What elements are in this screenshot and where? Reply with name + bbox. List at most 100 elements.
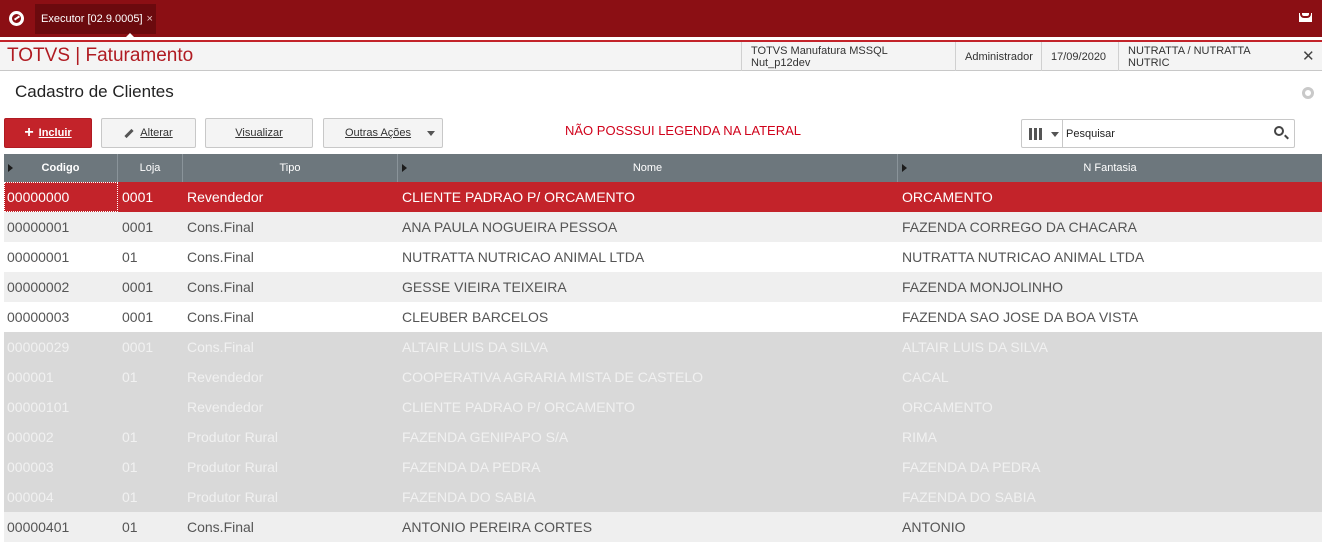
cell-tipo: Cons.Final	[187, 249, 254, 265]
table-row[interactable]: 00000001 0001 Cons.Final ANA PAULA NOGUEIRA…	[4, 212, 1322, 242]
outras-acoes-button[interactable]: Outras Ações	[323, 118, 443, 148]
cell-codigo: 00000001	[7, 249, 70, 265]
page-title: Cadastro de Clientes	[15, 82, 174, 101]
cell-codigo: 00000003	[7, 309, 70, 325]
cell-codigo: 000002	[7, 429, 54, 445]
grid-body: 00000000 0001 Revendedor CLIENTE PADRAO P/ …	[4, 182, 1322, 542]
cell-tipo: Produtor Rural	[187, 429, 279, 445]
cell-fantasia: RIMA	[902, 429, 937, 445]
cell-loja: 01	[122, 369, 138, 385]
cell-codigo: 000001	[7, 369, 54, 385]
cell-tipo: Produtor Rural	[187, 489, 279, 505]
cell-loja: 01	[122, 519, 138, 535]
cell-nome: ANA PAULA NOGUEIRA PESSOA	[402, 219, 618, 235]
grid-header: Codigo Loja Tipo Nome N Fantasia	[4, 154, 1322, 182]
mail-icon[interactable]	[1299, 13, 1312, 22]
cell-codigo: 000004	[7, 489, 54, 505]
cell-nome: FAZENDA DA PEDRA	[402, 459, 541, 475]
table-row[interactable]: 00000101 Revendedor CLIENTE PADRAO P/ ORCA…	[4, 392, 1322, 422]
cell-loja: 01	[122, 489, 138, 505]
cell-codigo: 00000002	[7, 279, 70, 295]
incluir-button[interactable]: + Incluir	[4, 118, 92, 148]
table-row[interactable]: 000002 01 Produtor Rural FAZENDA GENIPAPO S…	[4, 422, 1322, 452]
plus-icon: +	[24, 124, 34, 141]
cell-loja: 0001	[122, 279, 154, 295]
cell-tipo: Cons.Final	[187, 339, 254, 355]
cell-fantasia: ORCAMENTO	[902, 399, 993, 415]
cell-fantasia: NUTRATTA NUTRICAO ANIMAL LTDA	[902, 249, 1145, 265]
cell-fantasia: FAZENDA CORREGO DA CHACARA	[902, 219, 1137, 235]
active-tab-indicator	[124, 33, 136, 39]
visualizar-button[interactable]: Visualizar	[205, 118, 313, 148]
table-row[interactable]: 000004 01 Produtor Rural FAZENDA DO SABIA FA…	[4, 482, 1322, 512]
tab-executor[interactable]: Executor [02.9.0005] ×	[35, 4, 156, 39]
cell-loja: 0001	[122, 309, 154, 325]
cell-nome: ALTAIR LUIS DA SILVA	[402, 339, 549, 355]
cell-fantasia: CACAL	[902, 369, 949, 385]
cell-fantasia: FAZENDA DO SABIA	[902, 489, 1036, 505]
cell-nome: COOPERATIVA AGRARIA MISTA DE CASTELO	[402, 369, 704, 385]
table-row[interactable]: 000003 01 Produtor Rural FAZENDA DA PEDRA FA…	[4, 452, 1322, 482]
search-box	[1021, 119, 1295, 148]
table-row[interactable]: 00000003 0001 Cons.Final CLEUBER BARCELOS FA…	[4, 302, 1322, 332]
cell-codigo: 00000101	[7, 399, 70, 415]
tab-close-icon[interactable]: ×	[147, 13, 153, 25]
cell-tipo: Revendedor	[187, 189, 264, 205]
cell-nome: CLEUBER BARCELOS	[402, 309, 549, 325]
chevron-down-icon	[427, 131, 435, 136]
cell-nome: CLIENTE PADRAO P/ ORCAMENTO	[402, 399, 635, 415]
app-title: TOTVS | Faturamento	[7, 45, 194, 66]
environment-info[interactable]: TOTVS Manufatura MSSQL Nut_p12dev	[741, 42, 955, 71]
cell-nome: FAZENDA DO SABIA	[402, 489, 536, 505]
cell-tipo: Revendedor	[187, 399, 264, 415]
cell-fantasia: FAZENDA SAO JOSE DA BOA VISTA	[902, 309, 1139, 325]
column-header-nome[interactable]: Nome	[398, 154, 898, 182]
column-menu-icon	[902, 164, 907, 172]
table-row[interactable]: 00000029 0001 Cons.Final ALTAIR LUIS DA SIL…	[4, 332, 1322, 362]
chevron-down-icon	[1051, 132, 1059, 137]
incluir-label: Incluir	[38, 127, 72, 139]
cell-tipo: Cons.Final	[187, 309, 254, 325]
cell-fantasia: ALTAIR LUIS DA SILVA	[902, 339, 1049, 355]
search-icon[interactable]	[1274, 126, 1284, 136]
cell-fantasia: FAZENDA DA PEDRA	[902, 459, 1041, 475]
table-row[interactable]: 00000002 0001 Cons.Final GESSE VIEIRA TEIXE…	[4, 272, 1322, 302]
cell-fantasia: ANTONIO	[902, 519, 966, 535]
cell-tipo: Cons.Final	[187, 219, 254, 235]
cell-loja: 01	[122, 249, 138, 265]
cell-tipo: Produtor Rural	[187, 459, 279, 475]
table-row[interactable]: 00000401 01 Cons.Final ANTONIO PEREIRA CORT…	[4, 512, 1322, 542]
totvs-logo-icon[interactable]	[0, 0, 33, 37]
app-header: TOTVS | Faturamento TOTVS Manufatura MSS…	[0, 40, 1322, 71]
column-header-fantasia[interactable]: N Fantasia	[898, 154, 1322, 182]
top-tab-bar: Executor [02.9.0005] ×	[0, 0, 1322, 39]
cell-nome: ANTONIO PEREIRA CORTES	[402, 519, 593, 535]
table-row[interactable]: 00000000 0001 Revendedor CLIENTE PADRAO P/ …	[4, 182, 1322, 212]
company-info[interactable]: NUTRATTA / NUTRATTA NUTRIC	[1118, 42, 1291, 71]
gear-icon[interactable]	[1302, 87, 1314, 99]
tab-label: Executor [02.9.0005]	[41, 13, 143, 25]
user-info[interactable]: Administrador	[955, 42, 1041, 71]
column-menu-icon	[402, 164, 407, 172]
close-icon[interactable]: ✕	[1302, 47, 1315, 65]
cell-loja	[122, 392, 180, 422]
alterar-label: Alterar	[140, 127, 173, 139]
cell-nome: NUTRATTA NUTRICAO ANIMAL LTDA	[402, 249, 645, 265]
cell-codigo: 00000401	[7, 519, 70, 535]
cell-tipo: Revendedor	[187, 369, 264, 385]
cell-tipo: Cons.Final	[187, 519, 254, 535]
table-row[interactable]: 00000001 01 Cons.Final NUTRATTA NUTRICAO AN…	[4, 242, 1322, 272]
date-info[interactable]: 17/09/2020	[1041, 42, 1118, 71]
search-filter-select[interactable]	[1022, 120, 1063, 147]
column-header-codigo[interactable]: Codigo	[4, 154, 118, 182]
alterar-button[interactable]: Alterar	[101, 118, 196, 148]
cell-fantasia: ORCAMENTO	[902, 189, 993, 205]
search-input[interactable]	[1066, 123, 1266, 144]
column-header-loja[interactable]: Loja	[118, 154, 183, 182]
cell-nome: CLIENTE PADRAO P/ ORCAMENTO	[402, 189, 635, 205]
table-row[interactable]: 000001 01 Revendedor COOPERATIVA AGRARIA MI…	[4, 362, 1322, 392]
cell-loja: 0001	[122, 339, 154, 355]
cell-loja: 0001	[122, 189, 154, 205]
column-header-tipo[interactable]: Tipo	[183, 154, 398, 182]
cell-loja: 0001	[122, 219, 154, 235]
